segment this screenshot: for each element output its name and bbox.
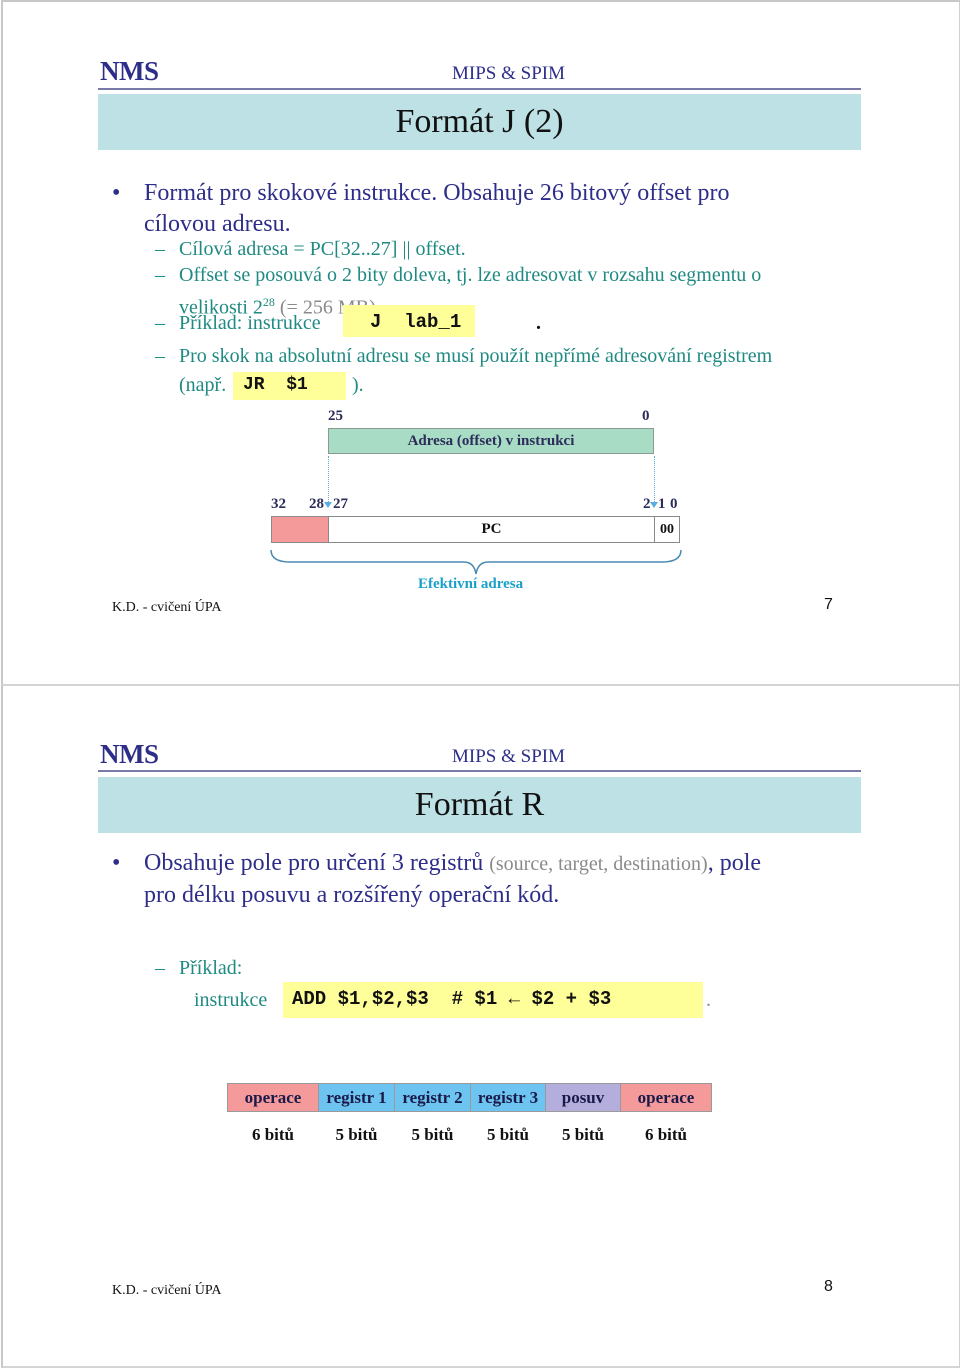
bullet-line-1: Formát pro skokové instrukce. Obsahuje 2… bbox=[144, 180, 730, 206]
arrow-line-right bbox=[654, 456, 655, 506]
field-bit-width: 6 bitů bbox=[251, 1125, 295, 1144]
field-label: registr 1 bbox=[326, 1087, 387, 1107]
field-bit-width: 6 bitů bbox=[644, 1125, 688, 1144]
bullet-marker: • bbox=[112, 180, 121, 206]
slide-title-bar: Formát R bbox=[98, 777, 861, 833]
sub-dash: – bbox=[155, 238, 165, 260]
bit-label-1: 1 bbox=[658, 496, 666, 512]
field-label: operace bbox=[637, 1087, 695, 1107]
field-label: registr 3 bbox=[477, 1087, 539, 1107]
shift-line-1: Offset se posouvá o 2 bity doleva, tj. l… bbox=[179, 264, 762, 286]
effective-address-brace-icon bbox=[270, 549, 682, 575]
sub-absolute-jump: Pro skok na absolutní adresu se musí pou… bbox=[179, 345, 773, 367]
field-bit-width: 5 bitů bbox=[335, 1125, 378, 1144]
abs-prefix: (např. bbox=[179, 374, 227, 396]
arrow-down-icon bbox=[324, 502, 332, 508]
bit-label-27: 27 bbox=[333, 496, 348, 512]
field-bit-width: 5 bitů bbox=[561, 1125, 605, 1144]
header-divider bbox=[98, 770, 861, 772]
bit-label-28: 28 bbox=[309, 496, 324, 512]
effective-address-label: Efektivní adresa bbox=[418, 576, 524, 592]
footer-author: K.D. - cvičení ÚPA bbox=[112, 1283, 222, 1298]
field-4: registr 3 bbox=[470, 1083, 546, 1112]
sub-target-address: Cílová adresa = PC[32..27] || offset. bbox=[179, 238, 466, 260]
bit-label-25: 25 bbox=[328, 408, 343, 424]
example-code-j: J lab_1 bbox=[370, 311, 462, 333]
low-bits-field: 00 bbox=[654, 516, 680, 543]
field-1: operace bbox=[227, 1083, 319, 1112]
example-period: . bbox=[706, 989, 711, 1011]
low-bits-label: 00 bbox=[660, 521, 674, 537]
arrow-down-icon bbox=[650, 502, 658, 508]
bullet-register-names: (source, target, destination) bbox=[489, 853, 708, 875]
offset-field: Adresa (offset) v instrukci bbox=[328, 428, 654, 454]
bullet-text: , pole bbox=[707, 850, 762, 876]
slide-title: Formát J (2) bbox=[395, 103, 564, 140]
bullet-marker: • bbox=[112, 850, 121, 876]
course-title: MIPS & SPIM bbox=[452, 746, 565, 767]
slide-title-bar: Formát J (2) bbox=[98, 94, 861, 150]
offset-field-label: Adresa (offset) v instrukci bbox=[407, 432, 575, 449]
example-period: . bbox=[536, 312, 541, 334]
pc-high-bits bbox=[271, 516, 329, 543]
footer-author: K.D. - cvičení ÚPA bbox=[112, 600, 222, 615]
field-2: registr 1 bbox=[318, 1083, 395, 1112]
sub-dash: – bbox=[155, 345, 165, 367]
page-number: 7 bbox=[824, 596, 833, 613]
bit-label-2: 2 bbox=[643, 496, 651, 512]
field-3: registr 2 bbox=[394, 1083, 471, 1112]
logo-nms: NMS bbox=[100, 56, 159, 86]
bullet-r-format: Obsahuje pole pro určení 3 registrů (sou… bbox=[144, 848, 864, 911]
arrow-line-left bbox=[328, 456, 329, 506]
field-5: posuv bbox=[545, 1083, 621, 1112]
logo-nms: NMS bbox=[100, 739, 159, 769]
field-label: registr 2 bbox=[402, 1087, 463, 1107]
bullet-line-2: pro délku posuvu a rozšířený operační kó… bbox=[144, 882, 560, 908]
field-bit-width: 5 bitů bbox=[411, 1125, 454, 1144]
pc-field: PC bbox=[328, 516, 655, 543]
field-6: operace bbox=[620, 1083, 712, 1112]
abs-suffix: ). bbox=[352, 374, 364, 396]
sub-dash: – bbox=[155, 264, 165, 286]
sub-dash: – bbox=[155, 312, 165, 334]
header-divider bbox=[98, 88, 861, 90]
bit-label-32: 32 bbox=[271, 496, 286, 512]
course-title: MIPS & SPIM bbox=[452, 63, 565, 84]
bullet-jump-format: Formát pro skokové instrukce. Obsahuje 2… bbox=[144, 178, 864, 240]
shift-exponent: 28 bbox=[262, 295, 275, 309]
pc-label: PC bbox=[481, 521, 502, 537]
bit-label-0: 0 bbox=[642, 408, 650, 424]
bullet-text: Obsahuje pole pro určení 3 registrů bbox=[144, 850, 490, 876]
example-code-add: ADD $1,$2,$3 # $1 ← $2 + $3 bbox=[292, 988, 623, 1010]
field-label: posuv bbox=[561, 1087, 605, 1107]
example-prefix: instrukce bbox=[194, 989, 268, 1011]
example-label: Příklad: bbox=[179, 957, 243, 979]
field-label: operace bbox=[244, 1087, 302, 1107]
field-bit-width: 5 bitů bbox=[486, 1125, 530, 1144]
sub-dash: – bbox=[155, 957, 165, 979]
bit-label-0: 0 bbox=[670, 496, 678, 512]
page-number: 8 bbox=[824, 1278, 833, 1295]
bullet-line-1: Obsahuje pole pro určení 3 registrů (sou… bbox=[144, 848, 864, 880]
example-code-jr: JR $1 bbox=[243, 375, 308, 395]
slide-title: Formát R bbox=[414, 786, 545, 823]
example-label: Příklad: instrukce bbox=[179, 312, 321, 334]
